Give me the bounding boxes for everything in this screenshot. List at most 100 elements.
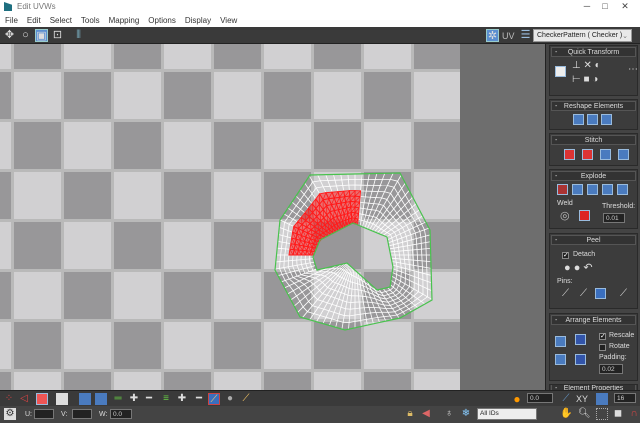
edge-mode-icon[interactable]: ◁	[18, 393, 30, 405]
detach-checkbox[interactable]: ✓	[562, 252, 569, 259]
paint-shrink-icon[interactable]: ⟋	[240, 393, 252, 405]
ids-dropdown[interactable]: All IDs	[477, 408, 537, 420]
mesh-ring-edge	[393, 248, 395, 252]
mirror-icon[interactable]: ⫴	[72, 29, 85, 42]
shrink-selection-icon[interactable]	[95, 393, 107, 405]
u-input[interactable]	[34, 409, 54, 419]
freeform-icon[interactable]: ⊡	[51, 29, 64, 42]
maximize-button[interactable]: □	[596, 1, 614, 11]
shrink-ring-icon[interactable]: ━	[193, 393, 205, 405]
list-icon[interactable]: ☰	[519, 29, 532, 42]
checker-tile	[314, 322, 361, 369]
space-icons[interactable]: ⋯	[628, 64, 638, 75]
pack-normalize-icon[interactable]	[575, 334, 586, 345]
weld-selected-icon[interactable]	[579, 210, 590, 221]
menu-options[interactable]: Options	[148, 16, 176, 25]
stitch-custom-icon[interactable]	[618, 149, 629, 160]
snap-icon[interactable]: ∩	[628, 408, 640, 420]
grow-ring-icon[interactable]: ✚	[176, 393, 188, 405]
ring-icon[interactable]: ≡	[160, 393, 172, 405]
shrink-loop-icon[interactable]: ━	[143, 393, 155, 405]
pin-active-icon[interactable]	[595, 288, 606, 299]
lock-icon[interactable]: 🔒︎	[404, 408, 416, 420]
uv-viewport[interactable]	[0, 44, 460, 390]
menu-tools[interactable]: Tools	[81, 16, 100, 25]
menu-view[interactable]: View	[220, 16, 237, 25]
close-button[interactable]: ✕	[616, 1, 634, 12]
pin-icon-4[interactable]: ⟋	[620, 288, 627, 299]
menu-select[interactable]: Select	[50, 16, 72, 25]
soft-select-icon[interactable]: ●	[511, 393, 523, 405]
soft-select-input[interactable]: 0.0	[527, 393, 553, 403]
light-icon[interactable]: ♁	[443, 408, 455, 420]
grow-loop-icon[interactable]: ✚	[128, 393, 140, 405]
explode-header[interactable]: Explode	[551, 171, 636, 182]
face-mode-icon[interactable]	[36, 393, 48, 405]
checker-tile	[414, 372, 460, 390]
pin-icon-2[interactable]: ⟋	[580, 288, 587, 299]
padding-input[interactable]: 0.02	[599, 364, 623, 374]
zoom-region-icon[interactable]	[596, 408, 608, 420]
circle-icon[interactable]	[601, 114, 612, 125]
menu-edit[interactable]: Edit	[27, 16, 41, 25]
straighten-icon[interactable]	[573, 114, 584, 125]
rotate-icon[interactable]: ○	[19, 29, 32, 42]
hide-icon[interactable]: ◀	[420, 408, 432, 420]
menu-mapping[interactable]: Mapping	[109, 16, 140, 25]
stitch-target-icon[interactable]	[600, 149, 611, 160]
checker-tile	[214, 372, 261, 390]
stitch-header[interactable]: Stitch	[551, 135, 636, 146]
pan-icon[interactable]: ✋	[560, 408, 572, 420]
explode-icon-2[interactable]	[587, 184, 598, 195]
stitch-source-icon[interactable]	[564, 149, 575, 160]
minimize-button[interactable]: ─	[578, 1, 596, 11]
pack-recenter-icon[interactable]	[575, 354, 586, 365]
paint-select-icon[interactable]: ⟋	[208, 393, 220, 405]
threshold-input[interactable]: 0.01	[603, 213, 625, 223]
mesh-ring-edge	[404, 263, 406, 269]
explode-icon-3[interactable]	[602, 184, 613, 195]
break-icon[interactable]	[557, 184, 568, 195]
pack-custom-icon[interactable]	[555, 336, 566, 347]
grid-input[interactable]: 16	[614, 393, 636, 403]
options-icon[interactable]: ⚙	[4, 408, 16, 420]
rescale-checkbox[interactable]: ✓	[599, 333, 606, 340]
quick-transform-header[interactable]: Quick Transform	[551, 47, 636, 58]
uv-label[interactable]: UV	[502, 31, 515, 41]
zoom-icon[interactable]: 🔍︎	[578, 408, 591, 420]
rotate-checkbox[interactable]	[599, 344, 606, 351]
grow-selection-icon[interactable]	[79, 393, 91, 405]
move-icon[interactable]: ✥	[3, 29, 16, 42]
pin-icon-1[interactable]: ⟋	[562, 288, 569, 299]
align-icons[interactable]: ⊥ ✕ ◐	[572, 60, 601, 71]
menu-display[interactable]: Display	[185, 16, 211, 25]
explode-icon-4[interactable]	[617, 184, 628, 195]
set-pivot-icon[interactable]	[555, 66, 566, 77]
w-input[interactable]: 0.0	[110, 409, 132, 419]
pack-together-icon[interactable]	[555, 354, 566, 365]
reshape-header[interactable]: Reshape Elements	[551, 101, 636, 112]
peel-icons[interactable]: ● ● ↶	[564, 261, 593, 274]
v-input[interactable]	[72, 409, 92, 419]
edge-distance-icon[interactable]: ⟋	[560, 393, 572, 405]
relax-icon[interactable]	[587, 114, 598, 125]
stitch-average-icon[interactable]	[582, 149, 593, 160]
grid-snap-icon[interactable]	[596, 393, 608, 405]
weld-target-icon[interactable]: ◎	[560, 209, 570, 222]
show-map-icon[interactable]: ✲	[486, 29, 499, 42]
texture-dropdown[interactable]: CheckerPattern ( Checker ) ⌄	[533, 29, 632, 42]
peel-header[interactable]: Peel	[551, 235, 636, 246]
paint-grow-icon[interactable]: ●	[224, 393, 236, 405]
loop-icon[interactable]: ═	[112, 393, 124, 405]
vertex-mode-icon[interactable]: ⁘	[3, 393, 15, 405]
align-icons-2[interactable]: ⊢ ■ ◑	[572, 74, 598, 85]
uv-canvas[interactable]	[0, 44, 460, 390]
frame-icon[interactable]: ◼	[612, 408, 624, 420]
element-mode-icon[interactable]	[56, 393, 68, 405]
freeze-icon[interactable]: ❄	[460, 408, 472, 420]
xy-label[interactable]: XY	[576, 394, 588, 404]
scale-icon[interactable]: ▣	[35, 29, 48, 42]
menu-file[interactable]: File	[5, 16, 18, 25]
arrange-header[interactable]: Arrange Elements	[551, 315, 636, 326]
explode-icon-1[interactable]	[572, 184, 583, 195]
